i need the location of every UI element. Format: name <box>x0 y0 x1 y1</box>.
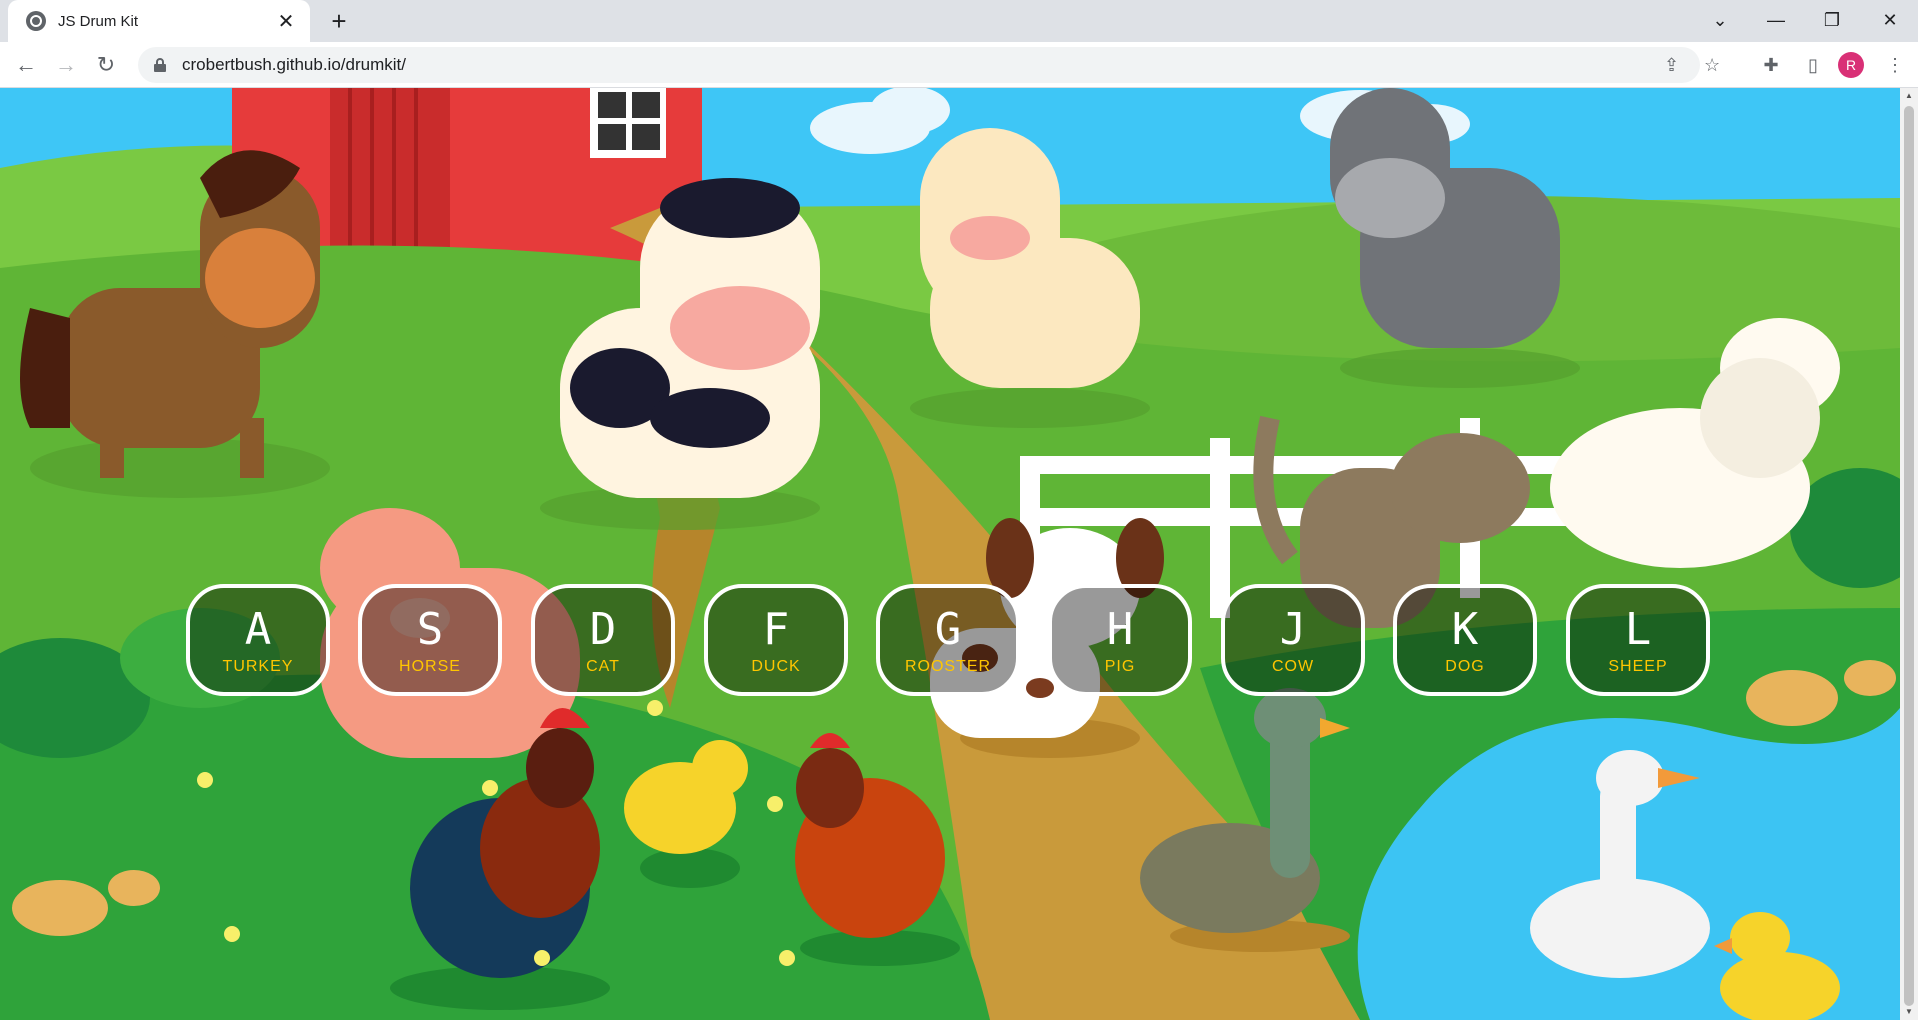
key-letter: H <box>1106 604 1134 655</box>
close-window-icon[interactable]: ✕ <box>1862 0 1918 42</box>
sound-label: TURKEY <box>222 658 294 675</box>
scroll-thumb[interactable] <box>1904 106 1914 1006</box>
key-d[interactable]: D CAT <box>531 584 675 696</box>
tab-strip: JS Drum Kit ✕ + ⌄ — ❐ ✕ <box>0 0 1918 42</box>
sound-label: SHEEP <box>1608 658 1668 675</box>
forward-icon[interactable]: → <box>50 49 82 81</box>
key-k[interactable]: K DOG <box>1393 584 1537 696</box>
globe-icon <box>26 11 46 31</box>
sound-label: DUCK <box>751 658 801 675</box>
key-j[interactable]: J COW <box>1221 584 1365 696</box>
tab-search-icon[interactable]: ⌄ <box>1692 0 1748 42</box>
minimize-icon[interactable]: — <box>1748 0 1804 42</box>
key-l[interactable]: L SHEEP <box>1566 584 1710 696</box>
key-g[interactable]: G ROOSTER <box>876 584 1020 696</box>
restore-icon[interactable]: ❐ <box>1804 0 1860 42</box>
browser-tab[interactable]: JS Drum Kit ✕ <box>8 0 310 42</box>
browser-toolbar: ← → ↻ crobertbush.github.io/drumkit/ ⇪ ☆… <box>0 42 1918 88</box>
page-viewport: A TURKEY S HORSE D CAT F DUCK G ROOSTER … <box>0 88 1900 1020</box>
back-icon[interactable]: ← <box>10 49 42 81</box>
key-letter: D <box>589 604 617 655</box>
key-s[interactable]: S HORSE <box>358 584 502 696</box>
scroll-up-icon[interactable]: ▲ <box>1900 88 1918 104</box>
sound-label: CAT <box>586 658 620 675</box>
key-h[interactable]: H PIG <box>1048 584 1192 696</box>
close-tab-icon[interactable]: ✕ <box>274 9 298 34</box>
side-panel-icon[interactable]: ▯ <box>1798 50 1828 80</box>
new-tab-button[interactable]: + <box>324 6 354 36</box>
reload-icon[interactable]: ↻ <box>90 49 122 81</box>
key-f[interactable]: F DUCK <box>704 584 848 696</box>
drum-keys: A TURKEY S HORSE D CAT F DUCK G ROOSTER … <box>0 584 1900 696</box>
page-scrollbar[interactable]: ▲ ▼ <box>1900 88 1918 1020</box>
key-letter: L <box>1624 604 1652 655</box>
key-letter: G <box>934 604 962 655</box>
menu-kebab-icon[interactable]: ⋮ <box>1880 50 1910 80</box>
sound-label: DOG <box>1445 658 1485 675</box>
sound-label: PIG <box>1104 658 1136 675</box>
address-bar[interactable]: crobertbush.github.io/drumkit/ ⇪ ☆ <box>138 47 1720 83</box>
sound-label: ROOSTER <box>904 658 992 675</box>
profile-avatar[interactable]: R <box>1838 52 1864 78</box>
sound-label: COW <box>1271 658 1315 675</box>
lock-icon[interactable] <box>154 58 166 72</box>
key-letter: F <box>762 604 790 655</box>
share-icon[interactable]: ⇪ <box>1664 47 1679 83</box>
key-letter: A <box>244 604 272 655</box>
farm-background <box>0 88 1900 1020</box>
key-letter: J <box>1279 604 1307 655</box>
key-a[interactable]: A TURKEY <box>186 584 330 696</box>
key-letter: K <box>1451 604 1479 655</box>
scroll-down-icon[interactable]: ▼ <box>1900 1004 1918 1020</box>
extensions-icon[interactable]: ✚ <box>1756 50 1786 80</box>
sound-label: HORSE <box>399 658 461 675</box>
url-text[interactable]: crobertbush.github.io/drumkit/ <box>182 55 406 75</box>
bookmark-star-icon[interactable]: ☆ <box>1704 47 1720 83</box>
key-letter: S <box>416 604 444 655</box>
tab-title: JS Drum Kit <box>58 12 139 30</box>
